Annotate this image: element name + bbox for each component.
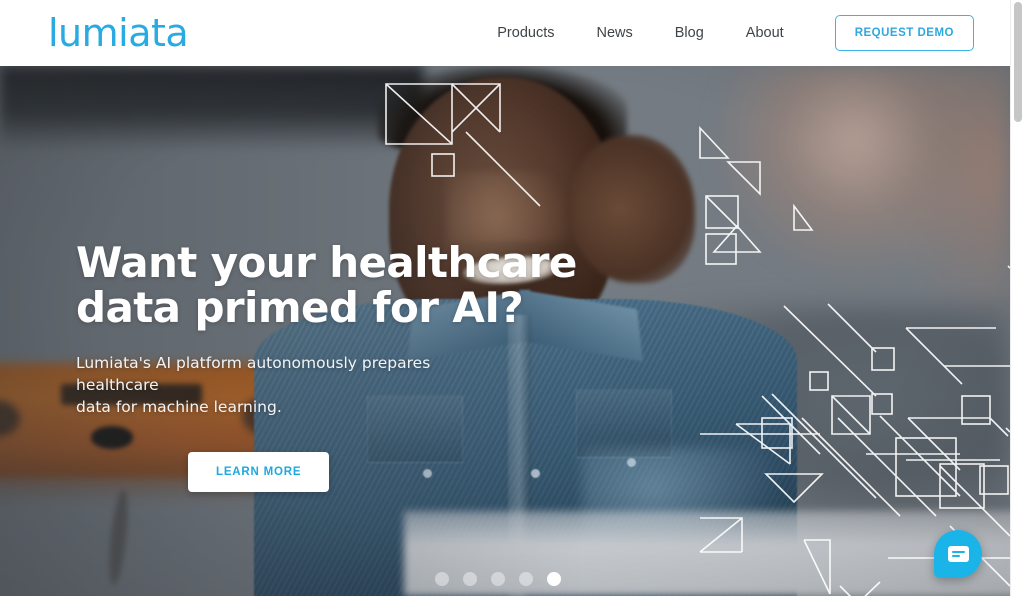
nav-item-blog[interactable]: Blog [654,25,725,41]
hero-copy: Want your healthcare data primed for AI?… [76,238,596,493]
carousel-dot-5[interactable] [547,572,561,586]
lumiata-logo[interactable]: lumiata [48,14,189,52]
carousel-dot-2[interactable] [463,572,477,586]
scrollbar-thumb[interactable] [1014,2,1022,122]
nav-item-news[interactable]: News [576,25,654,41]
hero-headline: Want your healthcare data primed for AI? [76,238,577,332]
page-root: lumiata Products News Blog About REQUEST… [0,0,1024,596]
hero-banner: Want your healthcare data primed for AI?… [0,66,1010,596]
chat-widget-button[interactable] [934,530,982,578]
carousel-dot-1[interactable] [435,572,449,586]
vertical-scrollbar[interactable] [1010,0,1024,596]
nav-item-about[interactable]: About [725,25,805,41]
chat-bubble-icon [947,546,969,562]
site-header: lumiata Products News Blog About REQUEST… [0,0,1010,66]
nav-item-products[interactable]: Products [476,25,575,41]
learn-more-button[interactable]: LEARN MORE [188,452,330,493]
main-navigation: Products News Blog About REQUEST DEMO [476,15,974,51]
carousel-dot-3[interactable] [491,572,505,586]
carousel-dot-4[interactable] [519,572,533,586]
request-demo-button[interactable]: REQUEST DEMO [834,15,974,51]
carousel-pagination [0,572,1010,586]
hero-subheadline: Lumiata's AI platform autonomously prepa… [76,354,431,417]
